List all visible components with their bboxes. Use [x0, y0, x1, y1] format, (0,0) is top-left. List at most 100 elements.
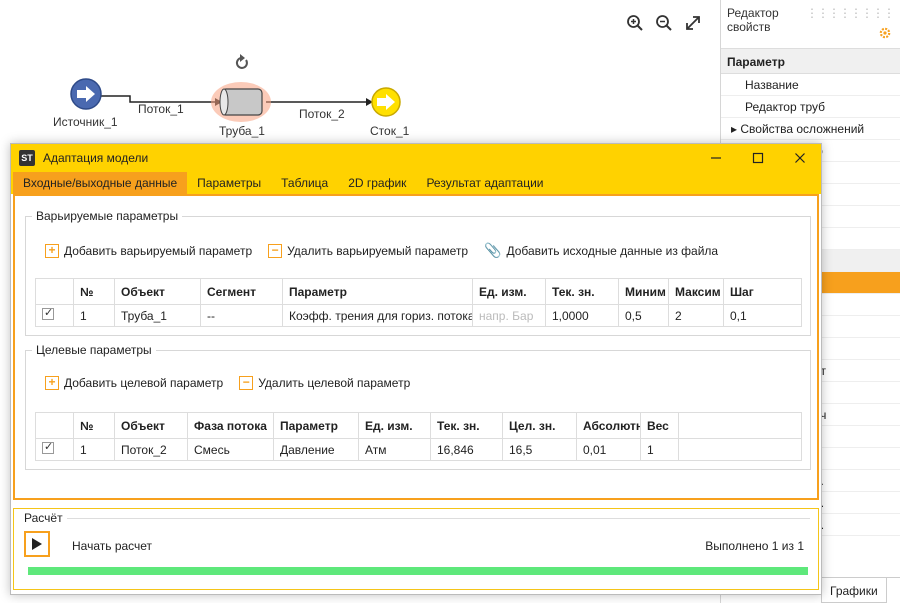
col-header	[35, 278, 74, 305]
tab-table[interactable]: Таблица	[271, 172, 338, 194]
plus-icon: +	[45, 243, 59, 258]
row-checkbox-cell[interactable]	[35, 438, 74, 461]
table-cell: Давление	[273, 438, 359, 461]
remove-target-label: Удалить целевой параметр	[258, 376, 411, 390]
play-icon	[32, 538, 42, 550]
table-cell: 1	[73, 304, 115, 327]
col-header[interactable]: Ед. изм.	[472, 278, 546, 305]
varied-toolbar: + Добавить варьируемый параметр − Удалит…	[45, 242, 718, 259]
col-header[interactable]: Абсолютн	[576, 412, 641, 439]
col-header[interactable]: Максим	[668, 278, 724, 305]
col-header[interactable]: №	[73, 412, 115, 439]
checkbox-checked[interactable]	[42, 440, 54, 454]
col-header[interactable]: Объект	[114, 278, 201, 305]
divider	[24, 518, 810, 519]
pipe-label: Труба_1	[219, 124, 265, 138]
col-header	[35, 412, 74, 439]
tab-adaptation-result[interactable]: Результат адаптации	[416, 172, 553, 194]
source-label: Источник_1	[53, 115, 118, 129]
table-cell[interactable]: 0,5	[618, 304, 669, 327]
close-icon[interactable]	[779, 144, 821, 172]
gear-icon[interactable]	[878, 26, 892, 40]
props-title: Редактор свойств	[727, 6, 779, 34]
remove-target-param-button[interactable]: − Удалить целевой параметр	[239, 376, 410, 390]
io-data-tab-body: Варьируемые параметры + Добавить варьиру…	[13, 194, 819, 500]
adaptation-dialog: ST Адаптация модели Входные/выходные дан…	[10, 143, 822, 595]
table-cell: Труба_1	[114, 304, 201, 327]
col-header[interactable]: Миним	[618, 278, 669, 305]
add-varied-param-button[interactable]: + Добавить варьируемый параметр	[45, 243, 253, 258]
table-cell: 16,846	[430, 438, 503, 461]
table-cell: 1	[73, 438, 115, 461]
flow2-label: Поток_2	[299, 107, 345, 121]
maximize-icon[interactable]	[737, 144, 779, 172]
paperclip-icon: 📎	[484, 242, 502, 258]
prop-row-expandable[interactable]: ▸ Свойства осложнений	[721, 118, 900, 140]
table-cell[interactable]: 2	[668, 304, 724, 327]
add-target-param-button[interactable]: + Добавить целевой параметр	[45, 376, 223, 390]
table-cell[interactable]: 16,5	[502, 438, 577, 461]
table-cell: 1,0000	[545, 304, 619, 327]
prop-row[interactable]: Редактор труб	[721, 96, 900, 118]
col-header	[678, 412, 802, 439]
prop-row[interactable]: Название	[721, 74, 900, 96]
tab-parameters[interactable]: Параметры	[187, 172, 271, 194]
col-header[interactable]: Объект	[114, 412, 188, 439]
col-header[interactable]: Вес	[640, 412, 679, 439]
checkbox-checked[interactable]	[42, 306, 54, 320]
flow1-label: Поток_1	[138, 102, 184, 116]
minimize-icon[interactable]	[695, 144, 737, 172]
varied-params-table: № Объект Сегмент Параметр Ед. изм. Тек. …	[35, 278, 802, 327]
drag-grip-icon[interactable]: ⋮⋮⋮⋮⋮⋮⋮⋮	[806, 6, 895, 20]
target-params-title: Целевые параметры	[32, 343, 156, 357]
calc-progress-bar	[28, 567, 808, 575]
table-cell[interactable]: 0,1	[723, 304, 802, 327]
prop-row-label: Свойства осложнений	[740, 122, 865, 136]
minus-icon: −	[239, 376, 254, 390]
table-header-row: № Объект Сегмент Параметр Ед. изм. Тек. …	[35, 278, 802, 305]
col-header[interactable]: Параметр	[273, 412, 359, 439]
table-cell: Смесь	[187, 438, 274, 461]
start-calculation-button[interactable]	[24, 531, 50, 557]
col-header[interactable]: Шаг	[723, 278, 802, 305]
sink-label: Сток_1	[370, 124, 410, 138]
table-cell[interactable]: 0,01	[576, 438, 641, 461]
refresh-icon	[235, 54, 248, 69]
tab-graphs[interactable]: Графики	[821, 578, 887, 603]
col-header[interactable]: Цел. зн.	[502, 412, 577, 439]
import-from-file-button[interactable]: 📎 Добавить исходные данные из файла	[484, 242, 718, 259]
col-header[interactable]: Тек. зн.	[545, 278, 619, 305]
col-header[interactable]: Параметр	[282, 278, 473, 305]
add-target-label: Добавить целевой параметр	[64, 376, 224, 390]
table-header-row: № Объект Фаза потока Параметр Ед. изм. Т…	[35, 412, 802, 439]
col-header[interactable]: Сегмент	[200, 278, 283, 305]
col-header[interactable]: №	[73, 278, 115, 305]
caret-right-icon[interactable]: ▸	[731, 122, 740, 136]
dialog-titlebar[interactable]: ST Адаптация модели	[11, 144, 821, 172]
table-cell: --	[200, 304, 283, 327]
varied-params-title: Варьируемые параметры	[32, 209, 183, 223]
col-header[interactable]: Фаза потока	[187, 412, 274, 439]
remove-varied-label: Удалить варьируемый параметр	[287, 243, 469, 258]
import-label: Добавить исходные данные из файла	[506, 243, 719, 258]
target-toolbar: + Добавить целевой параметр − Удалить це…	[45, 376, 410, 390]
row-checkbox-cell[interactable]	[35, 304, 74, 327]
table-cell: Поток_2	[114, 438, 188, 461]
add-varied-label: Добавить варьируемый параметр	[64, 243, 253, 258]
table-row[interactable]: 1 Поток_2 Смесь Давление Атм 16,846 16,5…	[35, 438, 802, 461]
remove-varied-param-button[interactable]: − Удалить варьируемый параметр	[268, 243, 469, 258]
minus-icon: −	[268, 243, 283, 258]
col-header[interactable]: Ед. изм.	[358, 412, 431, 439]
calc-status: Выполнено 1 из 1	[705, 539, 804, 553]
app-logo-icon: ST	[19, 150, 35, 166]
props-header: Редактор свойств ⋮⋮⋮⋮⋮⋮⋮⋮	[721, 0, 900, 34]
tab-io-data[interactable]: Входные/выходные данные	[13, 172, 188, 194]
table-row[interactable]: 1 Труба_1 -- Коэфф. трения для гориз. по…	[35, 304, 802, 327]
table-cell[interactable]: 1	[640, 438, 679, 461]
col-header[interactable]: Тек. зн.	[430, 412, 503, 439]
tab-2d-chart[interactable]: 2D график	[338, 172, 416, 194]
table-cell: Атм	[358, 438, 431, 461]
dialog-title: Адаптация модели	[43, 151, 149, 165]
calc-title: Расчёт	[24, 511, 67, 525]
start-calc-label: Начать расчет	[72, 539, 153, 553]
